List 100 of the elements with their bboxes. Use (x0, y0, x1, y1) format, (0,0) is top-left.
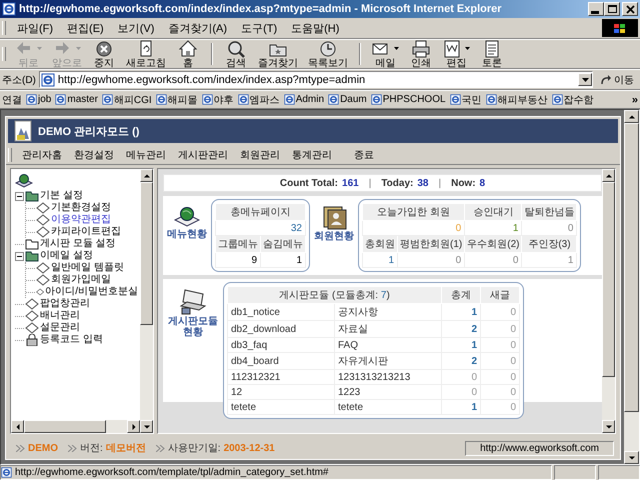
edit-button[interactable]: 편집 (438, 40, 475, 68)
tree-item[interactable]: 회원가입메일 (51, 274, 111, 286)
tree-item[interactable]: 게시판 모듈 설정 (40, 238, 116, 250)
tree-item[interactable]: 일반메일 템플릿 (51, 262, 124, 274)
scroll-up-button[interactable] (140, 169, 153, 182)
table-header: 총계 (442, 286, 480, 304)
link-button[interactable]: 해피CGI (102, 92, 152, 106)
table-header: 그룹메뉴 (216, 236, 260, 252)
table-cell: 0 (480, 352, 520, 370)
dropdown-button[interactable] (578, 73, 592, 86)
scroll-thumb[interactable] (602, 182, 615, 378)
double-arrow-icon (68, 444, 77, 452)
page-icon (238, 94, 249, 105)
page-icon (284, 94, 295, 105)
table-cell: 0 (480, 384, 520, 400)
history-button[interactable]: 목록보기 (303, 40, 353, 68)
book-globe-icon (15, 173, 33, 189)
scroll-down-button[interactable] (602, 420, 615, 433)
address-label: 주소(D) (2, 74, 36, 86)
link-button[interactable]: 야후 (202, 92, 234, 106)
maximize-button[interactable] (604, 2, 620, 16)
menu-item[interactable]: 편집(E) (60, 20, 111, 36)
nav-link[interactable]: 회원관리 (234, 148, 286, 162)
nav-link[interactable]: 관리자홈 (16, 148, 68, 162)
collapse-toggle-icon[interactable] (15, 252, 24, 260)
menu-item[interactable]: 보기(V) (110, 20, 162, 36)
discuss-button[interactable]: 토론 (475, 40, 509, 68)
diamond-icon (36, 214, 50, 226)
search-button[interactable]: 검색 (219, 40, 253, 68)
page-icon (486, 94, 497, 105)
scrollbar[interactable] (140, 169, 153, 433)
tree-item[interactable]: 팝업창관리 (40, 298, 90, 310)
collapse-toggle-icon[interactable] (15, 192, 24, 200)
scroll-up-button[interactable] (624, 110, 639, 123)
table-cell: 0 (480, 304, 520, 320)
menu-item[interactable]: 도움말(H) (284, 20, 346, 36)
close-button[interactable] (622, 2, 638, 16)
table-cell: db2_download (228, 320, 334, 338)
diamond-icon (25, 310, 39, 322)
footer-label: 사용만기일: (168, 442, 221, 455)
table-cell: tetete (228, 400, 334, 414)
print-button[interactable]: 인쇄 (404, 40, 438, 68)
address-field[interactable]: http://egwhome.egworksoft.com/index/index.asp?mtype=admin (38, 71, 593, 88)
table-cell: 2 (442, 352, 480, 370)
link-button[interactable]: 해피몰 (156, 92, 198, 106)
table-header: 우수회원(2) (464, 236, 522, 252)
home-button[interactable]: 홈 (171, 40, 205, 68)
tree-item[interactable]: 배너관리 (40, 310, 80, 322)
scroll-down-button[interactable] (624, 451, 639, 464)
table-header: 오늘가입한 회원 (362, 204, 465, 220)
nav-link[interactable]: 통계관리 (286, 148, 338, 162)
tree-item[interactable]: 아이디/비밀번호분실 (45, 286, 138, 298)
scroll-thumb[interactable] (624, 123, 639, 412)
double-arrow-icon (156, 444, 165, 452)
nav-link[interactable]: 환경설정 (68, 148, 120, 162)
tree-item[interactable]: 카피라이트편집 (51, 226, 121, 238)
link-button[interactable]: job (26, 94, 52, 105)
favorites-button[interactable]: 즐겨찾기 (253, 40, 303, 68)
scroll-up-button[interactable] (602, 169, 615, 182)
tree-item[interactable]: 기본환경설정 (51, 202, 111, 214)
link-button[interactable]: 해피부동산 (486, 92, 548, 106)
scroll-left-button[interactable] (11, 420, 24, 433)
scrollbar[interactable] (11, 420, 140, 433)
nav-link[interactable]: 종료 (348, 148, 380, 162)
tree-item[interactable]: 설문관리 (40, 322, 80, 334)
link-button[interactable]: PHPSCHOOL (370, 94, 446, 105)
minimize-button[interactable] (588, 2, 604, 16)
scroll-right-button[interactable] (127, 420, 140, 433)
scroll-down-button[interactable] (140, 420, 153, 433)
scroll-thumb[interactable] (140, 182, 153, 325)
table-header: 평범한회원(1) (398, 236, 465, 252)
more-links-button[interactable]: » (632, 94, 638, 106)
menu-item[interactable]: 파일(F) (10, 20, 60, 36)
scrollbar[interactable] (624, 110, 639, 464)
nav-link[interactable]: 게시판관리 (172, 148, 234, 162)
link-button[interactable]: master (55, 94, 98, 105)
tree-item[interactable]: 이용약관편집 (51, 214, 111, 226)
link-button[interactable]: Admin (284, 94, 324, 105)
tree-item[interactable]: 기본 설정 (40, 190, 83, 202)
link-button[interactable]: 잡수함 (552, 92, 594, 106)
page-icon (2, 2, 16, 16)
table-header: 게시판모듈 (모듈총계: 7) (228, 286, 442, 304)
tree-item[interactable]: 등록코드 입력 (40, 334, 103, 346)
id-card-icon (321, 205, 347, 231)
refresh-button[interactable]: 새로고침 (121, 40, 171, 68)
menu-item[interactable]: 도구(T) (234, 20, 284, 36)
go-button[interactable]: 이동 (596, 72, 638, 86)
table-cell: 1 (260, 252, 306, 268)
link-button[interactable]: 국민 (450, 92, 482, 106)
link-button[interactable]: Daum (328, 94, 367, 105)
nav-link[interactable]: 메뉴관리 (120, 148, 172, 162)
mail-button[interactable]: 메일 (367, 40, 404, 68)
scrollbar[interactable] (602, 169, 615, 433)
stop-button[interactable]: 중지 (87, 40, 121, 68)
link-button[interactable]: 엠파스 (238, 92, 280, 106)
table-cell: 0 (480, 338, 520, 352)
tree-item[interactable]: 이메일 설정 (40, 250, 93, 262)
close-icon (624, 3, 636, 15)
menu-item[interactable]: 즐겨찾기(A) (161, 20, 234, 36)
scroll-thumb[interactable] (24, 420, 106, 433)
